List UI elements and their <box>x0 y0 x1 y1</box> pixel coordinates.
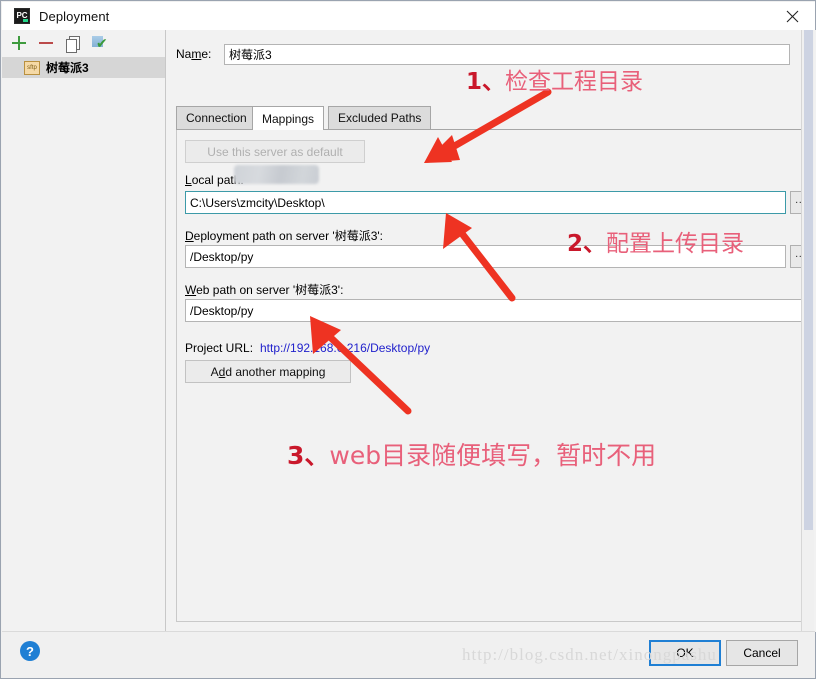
server-list-toolbar <box>2 30 165 56</box>
server-list: 树莓派3 <box>2 56 165 78</box>
server-name-label: 树莓派3 <box>46 61 89 75</box>
tab-mappings[interactable]: Mappings <box>252 106 325 130</box>
title-bar: Deployment <box>2 2 815 30</box>
deployment-dialog: Deployment 树莓派3 Name: C <box>0 0 816 679</box>
name-label: Name: <box>176 47 212 61</box>
mappings-pane: Use this server as default Local path: .… <box>176 130 811 622</box>
list-item[interactable]: 树莓派3 <box>2 57 165 78</box>
close-glyph <box>786 10 798 22</box>
server-settings-panel: Name: Connection Mappings Excluded Paths… <box>166 30 816 632</box>
window-title: Deployment <box>39 8 110 24</box>
help-icon[interactable]: ? <box>20 641 40 661</box>
tab-connection[interactable]: Connection <box>176 106 257 129</box>
green-check-icon[interactable] <box>92 35 108 51</box>
copy-icon[interactable] <box>65 35 81 53</box>
deployment-path-label: Deployment path on server '树莓派3': <box>185 229 384 243</box>
server-list-panel: 树莓派3 <box>2 30 166 632</box>
deployment-path-input[interactable] <box>185 245 786 268</box>
dialog-scrollbar[interactable] <box>801 30 814 632</box>
dialog-scrollbar-thumb[interactable] <box>804 30 813 530</box>
sftp-icon <box>24 60 40 75</box>
close-icon[interactable] <box>769 2 815 30</box>
redacted-path-blur <box>234 165 319 184</box>
ok-button[interactable]: OK <box>649 640 721 666</box>
add-another-mapping-button[interactable]: Add another mapping <box>185 360 351 383</box>
project-url-link[interactable]: http://192.168.0.216/Desktop/py <box>260 341 430 355</box>
project-url-label: Project URL: <box>185 341 254 355</box>
cancel-button[interactable]: Cancel <box>726 640 798 666</box>
web-path-input[interactable] <box>185 299 810 322</box>
tab-strip: Connection Mappings Excluded Paths <box>176 106 806 130</box>
tab-excluded-paths[interactable]: Excluded Paths <box>328 106 432 129</box>
name-input[interactable] <box>224 43 790 65</box>
use-this-server-as-default-button[interactable]: Use this server as default <box>185 140 365 163</box>
minus-icon[interactable] <box>38 35 54 51</box>
dialog-footer: ? OK Cancel <box>2 631 815 677</box>
local-path-input[interactable] <box>185 191 786 214</box>
web-path-label: Web path on server '树莓派3': <box>185 283 344 297</box>
plus-icon[interactable] <box>11 35 27 51</box>
pycharm-icon <box>14 8 30 24</box>
name-row: Name: <box>176 43 806 65</box>
